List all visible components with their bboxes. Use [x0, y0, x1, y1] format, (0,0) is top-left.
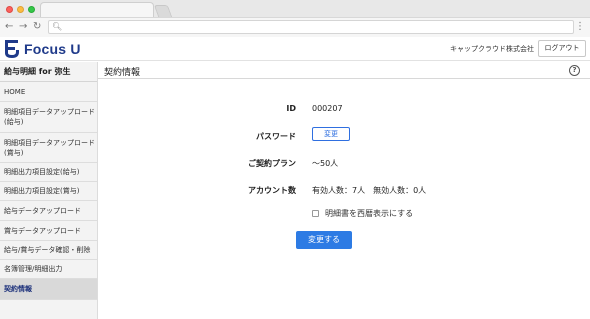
company-name: キャップクラウド株式会社	[450, 45, 534, 53]
browser-menu-icon[interactable]: ⋮	[575, 20, 585, 34]
sidebar-item-data-check-delete[interactable]: 給与/賞与データ確認・削除	[0, 241, 97, 260]
western-calendar-checkbox[interactable]	[312, 210, 319, 217]
sidebar-item-home[interactable]: HOME	[0, 82, 97, 102]
logo[interactable]: Focus U	[4, 39, 81, 58]
sidebar-item-contract-info[interactable]: 契約情報	[0, 279, 97, 300]
app-header: Focus U キャップクラウド株式会社 ログアウト	[0, 37, 590, 61]
close-window-button[interactable]	[6, 6, 13, 13]
help-icon[interactable]: ?	[569, 65, 580, 76]
minimize-window-button[interactable]	[17, 6, 24, 13]
sidebar-item-salary-upload[interactable]: 給与データアップロード	[0, 201, 97, 221]
sidebar: 給与明細 for 弥生 HOME 明細項目データアップロード(給与) 明細項目デ…	[0, 62, 98, 319]
address-bar[interactable]: 🔍︎	[48, 20, 574, 34]
back-arrow-icon[interactable]: ←	[5, 20, 13, 34]
password-label: パスワード	[256, 132, 296, 141]
sidebar-item-output-settings-salary[interactable]: 明細出力項目設定(給与)	[0, 163, 97, 182]
sidebar-title: 給与明細 for 弥生	[0, 62, 97, 82]
sidebar-item-detail-upload-salary[interactable]: 明細項目データアップロード(給与)	[0, 102, 97, 133]
forward-arrow-icon[interactable]: →	[19, 20, 27, 34]
western-calendar-label[interactable]: 明細書を西暦表示にする	[325, 208, 413, 219]
id-value: 000207	[312, 104, 343, 113]
search-icon: 🔍︎	[52, 22, 63, 31]
account-value: 有効人数：7人 無効人数：0人	[312, 186, 427, 195]
plan-label: ご契約プラン	[248, 159, 296, 168]
new-tab-button[interactable]	[153, 5, 173, 17]
change-password-button[interactable]: 変更	[312, 127, 350, 141]
western-calendar-option[interactable]: 明細書を西暦表示にする	[312, 208, 413, 219]
browser-tab[interactable]	[40, 2, 154, 18]
title-divider	[98, 78, 590, 79]
browser-navbar: ← → ↻ 🔍︎ ⋮	[0, 17, 590, 37]
page-title: 契約情報	[104, 68, 141, 78]
browser-chrome: ← → ↻ 🔍︎ ⋮	[0, 0, 590, 37]
window-controls	[6, 6, 35, 13]
focus-u-logo-icon	[5, 40, 19, 58]
submit-change-button[interactable]: 変更する	[296, 231, 352, 249]
id-label: ID	[286, 104, 296, 113]
maximize-window-button[interactable]	[28, 6, 35, 13]
brand-name: Focus U	[24, 40, 81, 57]
logout-button[interactable]: ログアウト	[538, 40, 586, 57]
sidebar-item-bonus-upload[interactable]: 賞与データアップロード	[0, 221, 97, 241]
reload-icon[interactable]: ↻	[33, 20, 41, 34]
sidebar-item-detail-upload-bonus[interactable]: 明細項目データアップロード(賞与)	[0, 133, 97, 163]
sidebar-item-roster-output[interactable]: 名簿管理/明細出力	[0, 260, 97, 279]
plan-value: 〜50人	[312, 159, 339, 168]
account-label: アカウント数	[248, 186, 296, 195]
sidebar-item-output-settings-bonus[interactable]: 明細出力項目設定(賞与)	[0, 182, 97, 201]
